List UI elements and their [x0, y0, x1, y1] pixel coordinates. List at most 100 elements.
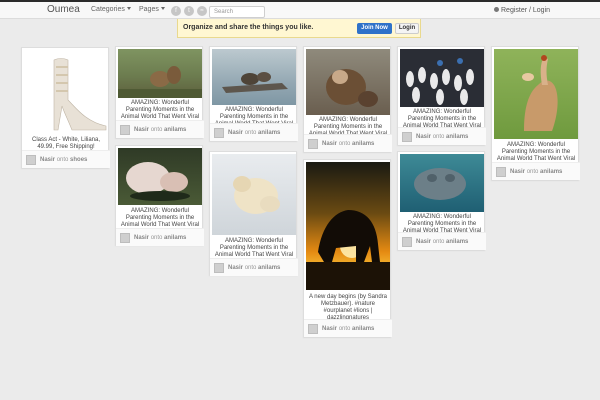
pin-footer: Nasir onto anilams: [398, 127, 486, 145]
pin-image[interactable]: [212, 49, 296, 105]
pin-board[interactable]: anilams: [540, 169, 562, 175]
pin-image[interactable]: [24, 50, 108, 132]
pin-byline: Nasir onto anilams: [322, 326, 374, 332]
avatar[interactable]: [308, 139, 318, 149]
pin-user[interactable]: Nasir: [510, 169, 525, 175]
byline-onto: onto: [526, 169, 539, 175]
byline-onto: onto: [432, 134, 445, 140]
pin-board[interactable]: anilams: [164, 127, 186, 133]
pin-board[interactable]: anilams: [258, 265, 280, 271]
pin-card[interactable]: AMAZING: Wonderful Parenting Moments in …: [209, 151, 298, 276]
pin-user[interactable]: Nasir: [322, 326, 337, 332]
pin-card[interactable]: AMAZING: Wonderful Parenting Moments in …: [115, 46, 204, 138]
pin-image[interactable]: [400, 154, 484, 212]
pin-byline: Nasir onto shoes: [40, 157, 87, 163]
pin-board[interactable]: anilams: [352, 326, 374, 332]
pin-image[interactable]: [118, 148, 202, 205]
pin-caption: AMAZING: Wonderful Parenting Moments in …: [120, 100, 200, 120]
login-button[interactable]: Login: [395, 23, 419, 34]
avatar[interactable]: [402, 132, 412, 142]
pin-byline: Nasir onto anilams: [416, 239, 468, 245]
rss-icon[interactable]: ≈: [197, 6, 207, 16]
pin-image[interactable]: [306, 162, 390, 290]
search-input[interactable]: Search: [209, 6, 265, 18]
chevron-down-icon: [160, 7, 165, 10]
pin-footer: Nasir onto anilams: [304, 319, 392, 337]
pin-user[interactable]: Nasir: [134, 235, 149, 241]
pages-menu[interactable]: Pages: [139, 6, 165, 13]
pin-card[interactable]: AMAZING: Wonderful Parenting Moments in …: [397, 46, 486, 145]
pin-user[interactable]: Nasir: [228, 265, 243, 271]
pin-board[interactable]: shoes: [70, 157, 87, 163]
pin-footer: Nasir onto anilams: [116, 228, 204, 246]
byline-onto: onto: [56, 157, 69, 163]
avatar[interactable]: [214, 263, 224, 273]
register-login-label: Register / Login: [501, 7, 551, 14]
pin-caption: AMAZING: Wonderful Parenting Moments in …: [496, 142, 576, 162]
avatar[interactable]: [120, 233, 130, 243]
pin-card[interactable]: AMAZING: Wonderful Parenting Moments in …: [209, 46, 298, 141]
pin-byline: Nasir onto anilams: [134, 235, 186, 241]
pin-board[interactable]: anilams: [446, 134, 468, 140]
categories-menu[interactable]: Categories: [91, 6, 131, 13]
pin-board[interactable]: anilams: [258, 130, 280, 136]
pin-card[interactable]: AMAZING: Wonderful Parenting Moments in …: [115, 145, 204, 246]
avatar[interactable]: [496, 167, 506, 177]
brand-logo[interactable]: Oumea: [47, 4, 80, 15]
pin-byline: Nasir onto anilams: [134, 127, 186, 133]
categories-label: Categories: [91, 6, 125, 13]
pin-image[interactable]: [400, 49, 484, 107]
chevron-down-icon: [126, 7, 131, 10]
pin-footer: Nasir onto anilams: [398, 232, 486, 250]
pin-footer: Nasir onto anilams: [210, 258, 298, 276]
byline-onto: onto: [244, 130, 257, 136]
avatar[interactable]: [402, 237, 412, 247]
byline-onto: onto: [150, 235, 163, 241]
pin-user[interactable]: Nasir: [416, 239, 431, 245]
avatar[interactable]: [308, 324, 318, 334]
pin-caption: AMAZING: Wonderful Parenting Moments in …: [120, 208, 200, 228]
pin-user[interactable]: Nasir: [322, 141, 337, 147]
avatar[interactable]: [120, 125, 130, 135]
pin-byline: Nasir onto anilams: [228, 130, 280, 136]
pin-caption: Class Act - White, Liliana, 49.99, Free …: [31, 137, 101, 150]
pin-image[interactable]: [306, 49, 390, 115]
pin-card[interactable]: Class Act - White, Liliana, 49.99, Free …: [21, 47, 110, 168]
pin-byline: Nasir onto anilams: [322, 141, 374, 147]
pages-label: Pages: [139, 6, 159, 13]
byline-onto: onto: [150, 127, 163, 133]
pin-footer: Nasir onto shoes: [22, 150, 110, 168]
pin-board[interactable]: anilams: [446, 239, 468, 245]
register-login-link[interactable]: Register / Login: [494, 7, 550, 14]
pin-user[interactable]: Nasir: [416, 134, 431, 140]
pin-user[interactable]: Nasir: [134, 127, 149, 133]
pin-image[interactable]: [212, 154, 296, 235]
pin-board[interactable]: anilams: [164, 235, 186, 241]
byline-onto: onto: [432, 239, 445, 245]
pin-image[interactable]: [118, 49, 202, 98]
pin-footer: Nasir onto anilams: [304, 134, 392, 152]
pin-footer: Nasir onto anilams: [116, 120, 204, 138]
avatar[interactable]: [214, 128, 224, 138]
banner-text: Organize and share the things you like.: [183, 24, 314, 31]
pin-byline: Nasir onto anilams: [228, 265, 280, 271]
navbar: Oumea Categories Pages f t ≈ Search Regi…: [0, 2, 600, 19]
avatar[interactable]: [26, 155, 36, 165]
facebook-icon[interactable]: f: [171, 6, 181, 16]
pin-user[interactable]: Nasir: [228, 130, 243, 136]
welcome-banner: Organize and share the things you like. …: [177, 19, 421, 38]
pin-user[interactable]: Nasir: [40, 157, 55, 163]
pin-card[interactable]: AMAZING: Wonderful Parenting Moments in …: [397, 151, 486, 250]
pin-caption: A new day begins (by Sandra Metzbauer). …: [308, 294, 388, 321]
pin-footer: Nasir onto anilams: [210, 123, 298, 141]
join-now-button[interactable]: Join Now: [357, 23, 392, 34]
pin-card[interactable]: AMAZING: Wonderful Parenting Moments in …: [491, 46, 580, 180]
pin-byline: Nasir onto anilams: [510, 169, 562, 175]
pin-card[interactable]: AMAZING: Wonderful Parenting Moments in …: [303, 46, 392, 152]
pin-image[interactable]: [494, 49, 578, 139]
pin-card[interactable]: A new day begins (by Sandra Metzbauer). …: [303, 159, 392, 337]
pin-byline: Nasir onto anilams: [416, 134, 468, 140]
byline-onto: onto: [338, 141, 351, 147]
twitter-icon[interactable]: t: [184, 6, 194, 16]
pin-board[interactable]: anilams: [352, 141, 374, 147]
